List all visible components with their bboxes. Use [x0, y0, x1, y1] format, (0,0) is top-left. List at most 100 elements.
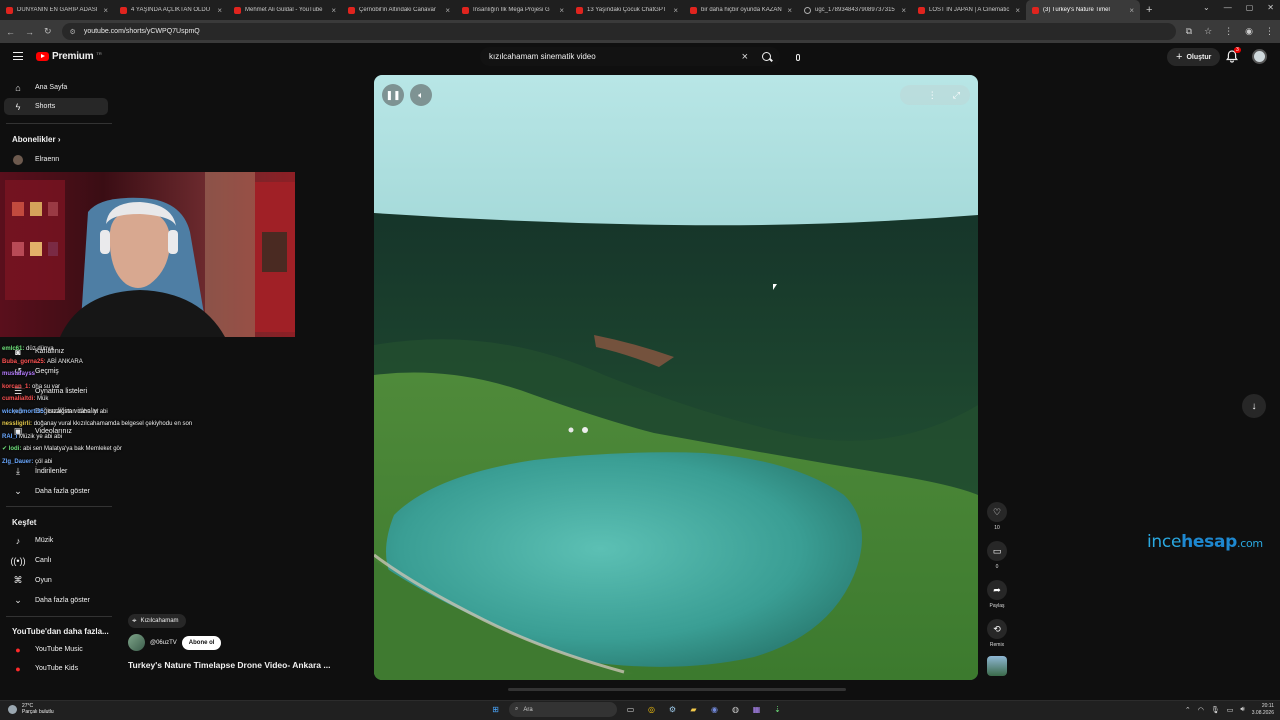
browser-tab[interactable]: Çernobil'in Altındaki Canavar ×: [342, 0, 456, 20]
mute-button[interactable]: 🔈︎: [410, 84, 432, 106]
browser-tab[interactable]: İnsanlığın İlk Mega Projesi G ×: [456, 0, 570, 20]
channel-avatar[interactable]: [128, 634, 145, 651]
bookmark-star-icon[interactable]: ☆: [1204, 26, 1212, 37]
browser-tab[interactable]: LOST IN JAPAN | A Cinematic ×: [912, 0, 1026, 20]
browser-tab[interactable]: Mehmet Ali Güldal - YouTube ×: [228, 0, 342, 20]
chat-message: Zlg_Dauer: çöl abi: [2, 456, 262, 469]
location-chip[interactable]: ⌖ Kızılcahamam: [128, 614, 186, 628]
comment-action[interactable]: ▭ 0: [985, 541, 1009, 570]
browser-tab[interactable]: 13 Yaşındaki Çocuk ChatGPT ×: [570, 0, 684, 20]
browser-tab[interactable]: DÜNYANIN EN GARİP ADASI ×: [0, 0, 114, 20]
sidebar-item-live[interactable]: ((•)) Canlı: [4, 552, 108, 569]
site-info-icon[interactable]: ⚙: [70, 28, 76, 36]
share-label: Paylaş: [989, 603, 1005, 609]
close-tab-icon[interactable]: ×: [1129, 6, 1134, 15]
file-explorer-icon[interactable]: ▰: [686, 702, 701, 717]
system-tray: ⌃ ◠ 🎙︎ ▭ 🔊︎ 20:11 3.08.2026: [1185, 703, 1274, 717]
video-progress-bar[interactable]: [508, 688, 846, 691]
search-icon[interactable]: [762, 52, 771, 61]
sidebar-explore-show-more[interactable]: ⌄ Daha fazla göster: [4, 592, 108, 609]
share-action[interactable]: ➦ Paylaş: [985, 580, 1009, 609]
microphone-icon[interactable]: 🎙︎: [1211, 706, 1220, 714]
account-avatar[interactable]: [1252, 49, 1267, 64]
new-tab-button[interactable]: +: [1140, 4, 1158, 16]
next-short-button[interactable]: ↓: [1242, 394, 1266, 418]
close-tab-icon[interactable]: ×: [787, 6, 792, 15]
fullscreen-icon[interactable]: ⤢: [953, 90, 960, 101]
back-icon[interactable]: ←: [6, 27, 15, 37]
browser-tab[interactable]: ugc_17893484379089737315 ×: [798, 0, 912, 20]
address-bar[interactable]: ⚙ youtube.com/shorts/yCWPQ7UspmQ: [61, 23, 1176, 40]
browser-tab[interactable]: 4 YAŞINDA AÇLIKTAN ÖLDÜ ×: [114, 0, 228, 20]
download-manager-icon[interactable]: ⇣: [770, 702, 785, 717]
close-window-button[interactable]: ✕: [1267, 3, 1274, 12]
close-tab-icon[interactable]: ×: [217, 6, 222, 15]
browser-menu-icon[interactable]: ⋮: [1265, 26, 1274, 37]
chat-message: korcan_1: oha su var: [2, 381, 262, 394]
search-box[interactable]: kızılcahamam sinematik video ×: [480, 47, 780, 66]
chat-username: emlc61:: [2, 346, 25, 352]
sidebar-item-label: YouTube Kids: [35, 665, 79, 672]
voice-search-icon[interactable]: [789, 49, 807, 65]
reload-icon[interactable]: ↻: [44, 26, 52, 37]
volume-icon[interactable]: 🔊︎: [1240, 706, 1244, 714]
sidebar-item-home[interactable]: ⌂ Ana Sayfa: [4, 79, 108, 96]
obs-icon[interactable]: ◍: [728, 702, 743, 717]
logo-region: TR: [96, 51, 102, 56]
sidebar-show-more[interactable]: ⌄ Daha fazla göster: [4, 483, 108, 500]
subscribe-button[interactable]: Abone ol: [181, 635, 222, 650]
extensions-icon[interactable]: ⋮: [1224, 26, 1233, 37]
pause-button[interactable]: ❚❚: [382, 84, 404, 106]
close-tab-icon[interactable]: ×: [103, 6, 108, 15]
short-title[interactable]: Turkey's Nature Timelapse Drone Video- A…: [128, 660, 330, 670]
more-options-icon[interactable]: ⋮: [928, 90, 937, 101]
chrome-icon[interactable]: ◎: [644, 702, 659, 717]
weather-widget[interactable]: 27°C Parçalı bulutlu: [8, 703, 54, 715]
task-view-icon[interactable]: ▭: [623, 702, 638, 717]
remix-action[interactable]: ⟲ Remix: [985, 619, 1009, 648]
comment-icon: ▭: [987, 541, 1007, 561]
search-input[interactable]: kızılcahamam sinematik video: [489, 52, 742, 61]
close-tab-icon[interactable]: ×: [673, 6, 678, 15]
youtube-premium-logo[interactable]: Premium TR: [36, 51, 102, 62]
forward-icon[interactable]: →: [25, 27, 34, 37]
discord-icon[interactable]: ◉: [707, 702, 722, 717]
notifications-bell-icon[interactable]: 3: [1226, 47, 1241, 63]
steam-icon[interactable]: ⚙: [665, 702, 680, 717]
maximize-button[interactable]: ▢: [1246, 3, 1254, 12]
close-tab-icon[interactable]: ×: [331, 6, 336, 15]
create-button[interactable]: + Oluştur: [1167, 48, 1221, 66]
browser-tab[interactable]: (3) Turkey's Nature Timel ×: [1026, 0, 1140, 20]
minimize-button[interactable]: —: [1224, 3, 1232, 12]
close-tab-icon[interactable]: ×: [1015, 6, 1020, 15]
sidebar-item-music[interactable]: ♪ Müzik: [4, 532, 108, 549]
install-app-icon[interactable]: ⧉: [1186, 26, 1192, 37]
windows-start-icon[interactable]: ⊞: [488, 702, 503, 717]
like-action[interactable]: ♡ 10: [985, 502, 1009, 531]
clear-search-icon[interactable]: ×: [742, 51, 748, 63]
sidebar-item-youtube-kids[interactable]: ● YouTube Kids: [4, 660, 108, 677]
shorts-video-player[interactable]: ❚❚ 🔈︎ ⋮ ⤢: [374, 75, 978, 680]
profile-icon[interactable]: ◉: [1245, 26, 1253, 37]
subscriptions-header[interactable]: Abonelikler ›: [12, 135, 60, 144]
hamburger-menu-icon[interactable]: [13, 52, 23, 60]
sound-thumbnail[interactable]: [985, 656, 1009, 676]
sidebar-item-youtube-music[interactable]: ● YouTube Music: [4, 641, 108, 658]
close-tab-icon[interactable]: ×: [901, 6, 906, 15]
tab-search-icon[interactable]: ⌄: [1203, 3, 1210, 12]
taskbar-search[interactable]: ⌕ Ara: [509, 702, 617, 717]
sidebar-item-gaming[interactable]: ⌘ Oyun: [4, 572, 108, 589]
app-grid-icon[interactable]: ▦: [749, 702, 764, 717]
sidebar-item-elraenn[interactable]: Elraenn: [4, 151, 108, 168]
sound-thumbnail-image: [987, 656, 1007, 676]
channel-handle[interactable]: @06uzTV: [150, 640, 177, 646]
clock[interactable]: 20:11 3.08.2026: [1252, 703, 1274, 717]
stream-chat-overlay: emlc61: düz dünya Buba_gorna25: ABİ ANKAR…: [2, 343, 262, 468]
close-tab-icon[interactable]: ×: [559, 6, 564, 15]
close-tab-icon[interactable]: ×: [445, 6, 450, 15]
browser-tab[interactable]: bir daha hiçbir oyunda KAZAN ×: [684, 0, 798, 20]
sidebar-item-shorts[interactable]: ϟ Shorts: [4, 98, 108, 115]
network-icon[interactable]: ▭: [1227, 706, 1234, 714]
headset-icon[interactable]: ◠: [1198, 706, 1204, 714]
chevron-up-icon[interactable]: ⌃: [1185, 706, 1191, 714]
